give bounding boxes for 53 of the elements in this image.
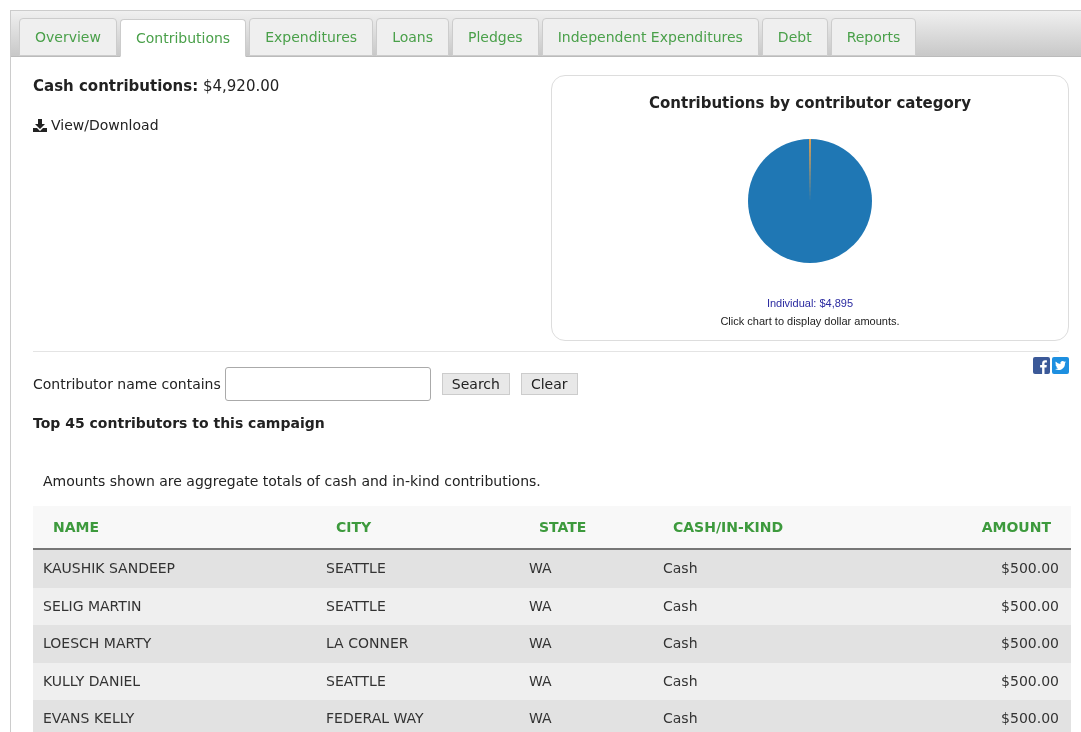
table-cell-text: KAUSHIK SANDEEP: [42, 559, 177, 579]
table-cell-text: WA: [528, 634, 553, 654]
tab[interactable]: Reports: [830, 18, 917, 56]
search-field[interactable]: [224, 367, 431, 401]
table-cell-text: Cash: [662, 559, 699, 579]
table-cell-text: WA: [528, 596, 553, 616]
table-cell-text: LOESCH MARTY: [42, 634, 153, 654]
tab[interactable]: Independent Expenditures: [541, 18, 759, 56]
chart-hint: Click chart to display dollar amounts.: [720, 314, 900, 329]
column-header[interactable]: STATE: [519, 516, 653, 538]
tab[interactable]: Expenditures: [249, 18, 374, 56]
tab[interactable]: Debt: [761, 18, 828, 56]
cash-contributions-total: Cash contributions: $4,920.00: [33, 76, 281, 97]
table-cell-text: Cash: [662, 709, 699, 729]
table-cell-text: SEATTLE: [325, 671, 387, 691]
twitter-icon[interactable]: [1052, 357, 1069, 374]
facebook-icon[interactable]: [1033, 357, 1050, 374]
table-cell-text: KULLY DANIEL: [42, 671, 142, 691]
table-cell-text: SELIG MARTIN: [42, 596, 143, 616]
chart-title: Contributions by contributor category: [649, 93, 971, 114]
column-header[interactable]: AMOUNT: [903, 516, 1071, 538]
pie-chart-drawing[interactable]: [748, 138, 872, 263]
table-cell-text: FEDERAL WAY: [325, 709, 425, 729]
column-header[interactable]: NAME: [33, 516, 316, 538]
tab[interactable]: Contributions: [119, 19, 247, 57]
table-cell-text: $500.00: [1000, 559, 1060, 579]
table-cell-text: $500.00: [1000, 634, 1060, 654]
table-cell-text: WA: [528, 709, 553, 729]
table-cell-text: SEATTLE: [325, 596, 387, 616]
contributors-heading: Top 45 contributors to this campaign: [32, 414, 326, 433]
amounts-note: Amounts shown are aggregate totals of cash and in-kind contributions.: [42, 472, 542, 491]
tab[interactable]: Overview: [19, 18, 117, 56]
table-cell-text: $500.00: [1000, 709, 1060, 729]
table-cell-text: EVANS KELLY: [42, 709, 136, 729]
clear-button[interactable]: Clear: [520, 373, 578, 395]
table-cell-text: WA: [528, 559, 553, 579]
download-icon: [33, 118, 47, 132]
view-download-link[interactable]: View/Download: [51, 114, 159, 136]
table-cell-text: Cash: [662, 634, 699, 654]
table-cell-text: LA CONNER: [325, 634, 410, 654]
search-button[interactable]: Search: [441, 373, 510, 395]
column-header[interactable]: CITY: [316, 516, 519, 538]
table-cell-text: $500.00: [1000, 596, 1060, 616]
table-cell-text: Cash: [662, 671, 699, 691]
chart-legend: Individual: $4,895: [766, 294, 854, 311]
table-cell-text: SEATTLE: [325, 559, 387, 579]
tab[interactable]: Pledges: [452, 18, 539, 56]
column-header[interactable]: CASH/IN-KIND: [653, 516, 903, 538]
table-cell-text: Cash: [662, 596, 699, 616]
search-label: Contributor name contains: [33, 374, 221, 394]
tab[interactable]: Loans: [376, 18, 450, 56]
table-cell-text: WA: [528, 671, 553, 691]
table-cell-text: $500.00: [1000, 671, 1060, 691]
